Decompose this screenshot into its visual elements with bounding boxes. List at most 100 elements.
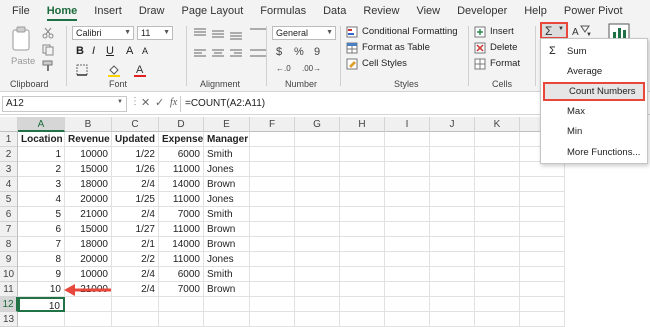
cell[interactable] [475,267,520,282]
cell[interactable] [430,222,475,237]
cell[interactable]: Brown [204,177,250,192]
cell[interactable]: Smith [204,207,250,222]
comma-icon[interactable]: 9 [314,46,320,58]
cell[interactable] [250,282,295,297]
cell[interactable] [340,267,385,282]
cell[interactable]: Smith [204,147,250,162]
cell[interactable]: 7000 [159,207,204,222]
cell[interactable] [159,312,204,327]
cell[interactable]: 15000 [65,162,112,177]
bold-button[interactable]: B [76,45,84,57]
cell[interactable]: 2/4 [112,207,159,222]
cell[interactable] [295,207,340,222]
cell[interactable] [65,312,112,327]
format-as-table-button[interactable]: Format as Table [346,41,456,55]
cell[interactable] [250,207,295,222]
cell[interactable] [385,267,430,282]
row-header[interactable]: 8 [0,237,18,252]
cell[interactable]: 11000 [159,252,204,267]
cell[interactable]: Brown [204,222,250,237]
row-header[interactable]: 7 [0,222,18,237]
cell[interactable]: Brown [204,237,250,252]
cell[interactable]: 8 [18,252,65,267]
cell[interactable]: 2/4 [112,267,159,282]
cell[interactable] [430,282,475,297]
cell[interactable] [475,222,520,237]
cell[interactable] [295,177,340,192]
cell[interactable] [430,177,475,192]
cell[interactable] [250,252,295,267]
cell[interactable] [430,192,475,207]
cell[interactable] [430,237,475,252]
cell[interactable] [340,147,385,162]
conditional-formatting-button[interactable]: Conditional Formatting [346,25,468,39]
cell[interactable] [159,297,204,312]
cell[interactable]: Expenses [159,132,204,147]
grow-font-icon[interactable]: A [126,45,133,57]
menu-item-sum[interactable]: Σ Sum [543,42,645,61]
column-header[interactable]: J [430,117,475,132]
cell[interactable] [204,312,250,327]
cell[interactable]: 11000 [159,162,204,177]
cell[interactable]: 2/4 [112,282,159,297]
cell[interactable] [475,147,520,162]
font-color-icon[interactable]: A [133,63,147,77]
cell[interactable] [385,297,430,312]
tab-view[interactable]: View [416,0,440,22]
column-header[interactable]: I [385,117,430,132]
cell[interactable] [385,162,430,177]
cell[interactable] [475,132,520,147]
cell[interactable]: 11000 [159,222,204,237]
cell[interactable] [295,147,340,162]
cell[interactable]: 14000 [159,237,204,252]
number-format-combo[interactable]: General ▼ [272,26,336,40]
cell[interactable]: 10 [18,297,65,312]
cell[interactable]: 6000 [159,267,204,282]
cell[interactable]: 2 [18,162,65,177]
decrease-decimal-icon[interactable]: .00→ [302,64,321,73]
cell[interactable] [250,192,295,207]
format-cells-button[interactable]: Format [474,57,532,71]
menu-item-more-functions[interactable]: More Functions... [543,143,645,162]
cell[interactable] [250,297,295,312]
cell[interactable] [520,237,565,252]
cell[interactable]: 11000 [159,192,204,207]
cell[interactable] [385,237,430,252]
cell[interactable] [520,297,565,312]
cell[interactable] [250,162,295,177]
cell[interactable] [250,237,295,252]
cell[interactable] [520,207,565,222]
cell[interactable] [295,252,340,267]
paste-button[interactable]: Paste [8,26,36,70]
cell[interactable] [204,297,250,312]
row-header[interactable]: 6 [0,207,18,222]
cell[interactable] [340,222,385,237]
cell[interactable]: Jones [204,162,250,177]
cell[interactable] [340,192,385,207]
row-header[interactable]: 3 [0,162,18,177]
cell[interactable] [475,282,520,297]
cell[interactable] [295,222,340,237]
cell[interactable]: Revenue [65,132,112,147]
cell[interactable] [475,177,520,192]
borders-icon[interactable] [76,64,88,76]
copy-icon[interactable] [42,44,54,56]
cell[interactable]: Smith [204,267,250,282]
cancel-icon[interactable]: ✕ [141,96,150,109]
cell[interactable]: Jones [204,192,250,207]
cell[interactable] [112,297,159,312]
cell[interactable] [250,267,295,282]
cell[interactable]: 7000 [159,282,204,297]
tab-home[interactable]: Home [46,0,77,22]
cell[interactable]: 1/22 [112,147,159,162]
cell[interactable]: 2/4 [112,177,159,192]
autosum-button[interactable]: Σ ▼ [540,22,568,39]
row-header[interactable]: 12 [0,297,18,312]
tab-formulas[interactable]: Formulas [260,0,306,22]
column-header[interactable]: E [204,117,250,132]
cell[interactable] [385,192,430,207]
cell[interactable] [385,132,430,147]
cell[interactable] [475,252,520,267]
tab-page-layout[interactable]: Page Layout [181,0,243,22]
increase-decimal-icon[interactable]: ←.0 [276,64,291,73]
